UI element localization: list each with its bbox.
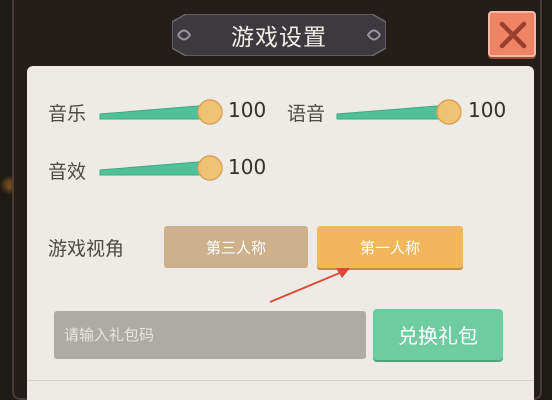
first-person-button[interactable]: 第一人称 — [317, 226, 463, 268]
music-value: 100 — [228, 98, 267, 122]
view-label: 游戏视角 — [48, 238, 125, 260]
sfx-label: 音效 — [48, 161, 87, 183]
close-x-icon — [499, 21, 527, 49]
music-label: 音乐 — [48, 103, 87, 125]
close-button[interactable] — [488, 11, 536, 57]
title-plate: 游戏设置 — [172, 14, 386, 56]
annotation-arrow-icon — [269, 268, 350, 303]
music-slider[interactable] — [98, 96, 226, 128]
voice-slider-knob[interactable] — [436, 99, 462, 125]
music-slider-knob[interactable] — [197, 99, 223, 125]
dialog-title: 游戏设置 — [231, 25, 327, 51]
voice-value: 100 — [468, 98, 507, 122]
voice-label: 语音 — [287, 103, 326, 125]
redeem-gift-button[interactable]: 兑换礼包 — [373, 309, 503, 360]
third-person-button[interactable]: 第三人称 — [164, 226, 308, 268]
voice-slider[interactable] — [335, 96, 465, 128]
sfx-slider[interactable] — [98, 152, 226, 184]
sfx-slider-knob[interactable] — [197, 155, 223, 181]
divider — [27, 380, 534, 381]
gift-code-input[interactable] — [54, 311, 366, 359]
sfx-value: 100 — [228, 155, 267, 179]
